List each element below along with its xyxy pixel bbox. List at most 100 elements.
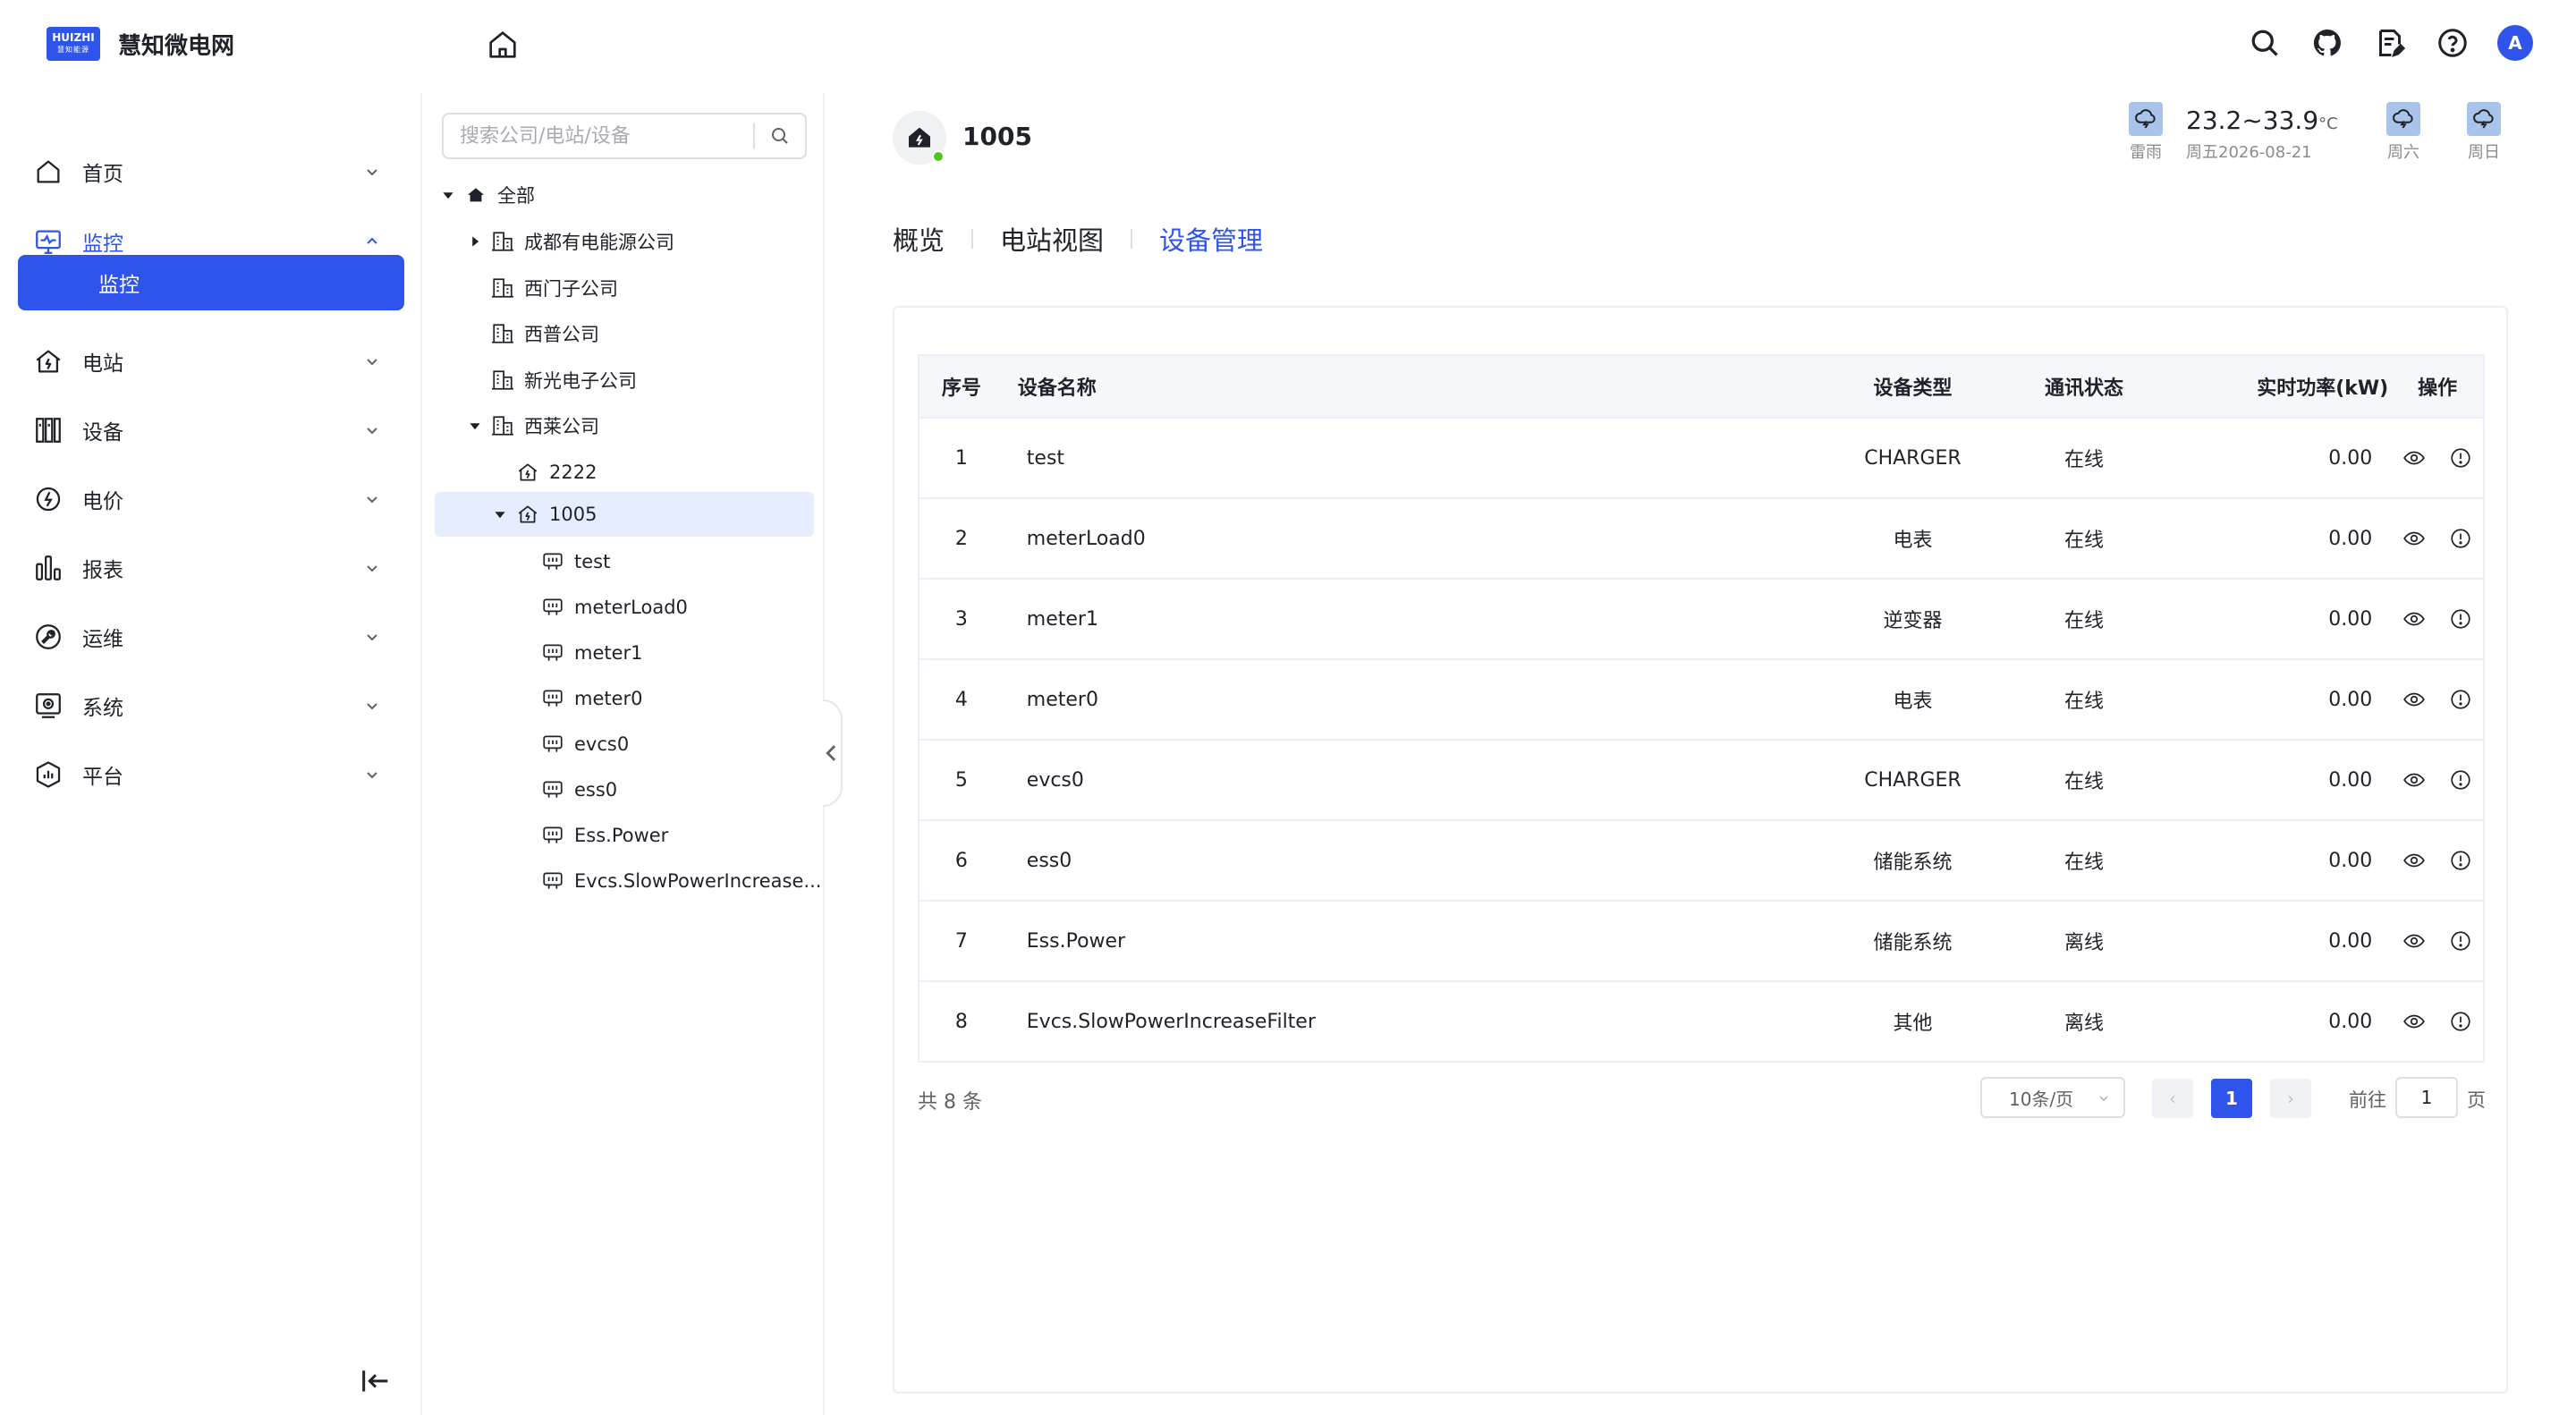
github-icon[interactable]: [2309, 25, 2345, 61]
station-icon: [32, 345, 64, 377]
tab-station-view[interactable]: 电站视图: [1000, 220, 1104, 258]
info-icon[interactable]: [2447, 606, 2474, 632]
view-icon[interactable]: [2401, 686, 2428, 713]
tree-node-station[interactable]: 2222: [515, 451, 597, 494]
sidebar-item-system[interactable]: 系统: [18, 679, 404, 733]
tree-search-input[interactable]: [444, 116, 753, 156]
tree-node-device[interactable]: meter1: [540, 631, 643, 674]
tree-node-device[interactable]: meterLoad0: [540, 586, 688, 629]
info-icon[interactable]: [2447, 525, 2474, 552]
view-icon[interactable]: [2401, 767, 2428, 793]
tree-node-device[interactable]: Evcs.SlowPowerIncrease...: [540, 860, 821, 902]
tree-node-company[interactable]: 新光电子公司: [490, 359, 637, 402]
info-icon[interactable]: [2447, 445, 2474, 471]
device-icon: [32, 414, 64, 446]
collapse-sidebar-icon[interactable]: [358, 1363, 394, 1399]
table-row: 5 evcs0 CHARGER 在线 0.00: [919, 739, 2483, 819]
monitor-icon: [32, 225, 64, 258]
tree-node-company[interactable]: 西莱公司: [469, 404, 599, 447]
info-icon[interactable]: [2447, 686, 2474, 713]
sidebar-item-station[interactable]: 电站: [18, 335, 404, 388]
tree-node-device[interactable]: evcs0: [540, 723, 629, 766]
chevron-down-icon: [2099, 1096, 2108, 1101]
tree-node-company[interactable]: 西普公司: [490, 312, 599, 355]
caret-down-icon[interactable]: [494, 508, 506, 521]
device-icon: [540, 732, 565, 757]
station-icon: [515, 502, 540, 527]
device-icon: [540, 640, 565, 665]
info-icon[interactable]: [2447, 1008, 2474, 1035]
tree-node-device[interactable]: ess0: [540, 768, 617, 811]
tree-node-company[interactable]: 成都有电能源公司: [469, 220, 674, 263]
electricity-price-icon: [32, 483, 64, 515]
total-count: 共 8 条: [918, 1091, 982, 1114]
logo[interactable]: HUIZHI 慧知能源 慧知微电网: [47, 27, 234, 61]
sidebar-item-price[interactable]: 电价: [18, 472, 404, 526]
home-icon[interactable]: [485, 27, 521, 63]
station-avatar: [893, 111, 946, 165]
chevron-down-icon: [367, 703, 377, 710]
info-icon[interactable]: [2447, 847, 2474, 874]
logo-badge: HUIZHI 慧知能源: [47, 27, 100, 61]
user-avatar[interactable]: A: [2497, 25, 2533, 61]
prev-page-button[interactable]: ‹: [2152, 1079, 2193, 1118]
info-icon[interactable]: [2447, 767, 2474, 793]
main-content: 1005 雷雨 23.2~33.9°C 周五2026-08-21 周六 周日 概…: [825, 93, 2576, 1415]
device-icon: [540, 823, 565, 848]
sidebar-item-device[interactable]: 设备: [18, 403, 404, 457]
online-status-dot: [932, 150, 945, 163]
weather-today: 雷雨: [2129, 102, 2163, 163]
chevron-down-icon: [367, 359, 377, 366]
page-size-select[interactable]: 10条/页: [1980, 1077, 2125, 1118]
goto-suffix: 页: [2467, 1089, 2486, 1111]
caret-down-icon[interactable]: [442, 189, 454, 201]
view-icon[interactable]: [2401, 928, 2428, 954]
next-page-button[interactable]: ›: [2270, 1079, 2311, 1118]
info-icon[interactable]: [2447, 928, 2474, 954]
top-bar: HUIZHI 慧知能源 慧知微电网 A: [0, 0, 2576, 93]
tab-device-management[interactable]: 设备管理: [1159, 220, 1263, 258]
goto-page-input[interactable]: [2395, 1077, 2458, 1118]
thunderstorm-icon: [2129, 102, 2163, 136]
weather-date: 周五2026-08-21: [2186, 143, 2312, 162]
bar-chart-icon: [32, 552, 64, 584]
chevron-down-icon: [367, 169, 377, 176]
view-icon[interactable]: [2401, 445, 2428, 471]
sidebar-item-ops[interactable]: 运维: [18, 610, 404, 664]
tree-node-all[interactable]: 全部: [442, 174, 535, 216]
chevron-down-icon: [367, 428, 377, 435]
tree-node-company[interactable]: 西门子公司: [490, 267, 618, 309]
device-icon: [540, 549, 565, 574]
sidebar-subitem-monitor[interactable]: 监控: [18, 255, 404, 310]
sidebar-item-home[interactable]: 首页: [18, 145, 404, 199]
caret-right-icon[interactable]: [469, 235, 481, 248]
view-icon[interactable]: [2401, 1008, 2428, 1035]
company-icon: [490, 321, 515, 346]
search-icon[interactable]: [2247, 25, 2283, 61]
table-row: 2 meterLoad0 电表 在线 0.00: [919, 497, 2483, 578]
caret-down-icon[interactable]: [469, 419, 481, 432]
chevron-up-icon: [367, 237, 377, 244]
view-icon[interactable]: [2401, 606, 2428, 632]
tree-node-device[interactable]: meter0: [540, 677, 643, 720]
tab-overview[interactable]: 概览: [893, 220, 945, 258]
search-icon[interactable]: [755, 116, 805, 156]
document-edit-icon[interactable]: [2372, 25, 2408, 61]
company-icon: [490, 368, 515, 393]
station-icon: [515, 460, 540, 485]
tree-node-station-selected[interactable]: 1005: [494, 493, 597, 536]
help-icon[interactable]: [2435, 25, 2470, 61]
device-icon: [540, 777, 565, 802]
device-icon: [540, 868, 565, 894]
sidebar-item-report[interactable]: 报表: [18, 541, 404, 595]
tree-node-device[interactable]: Ess.Power: [540, 814, 668, 857]
view-icon[interactable]: [2401, 847, 2428, 874]
page-1-button[interactable]: 1: [2211, 1079, 2252, 1118]
weather-day2: 周六: [2386, 102, 2420, 163]
pagination: 共 8 条 10条/页 ‹ 1 › 前往 页: [918, 1077, 2486, 1120]
view-icon[interactable]: [2401, 525, 2428, 552]
table-row: 8 Evcs.SlowPowerIncreaseFilter 其他 离线 0.0…: [919, 980, 2483, 1061]
sidebar-item-platform[interactable]: 平台: [18, 748, 404, 801]
goto-prefix: 前往: [2349, 1089, 2386, 1111]
tree-node-device[interactable]: test: [540, 540, 610, 583]
